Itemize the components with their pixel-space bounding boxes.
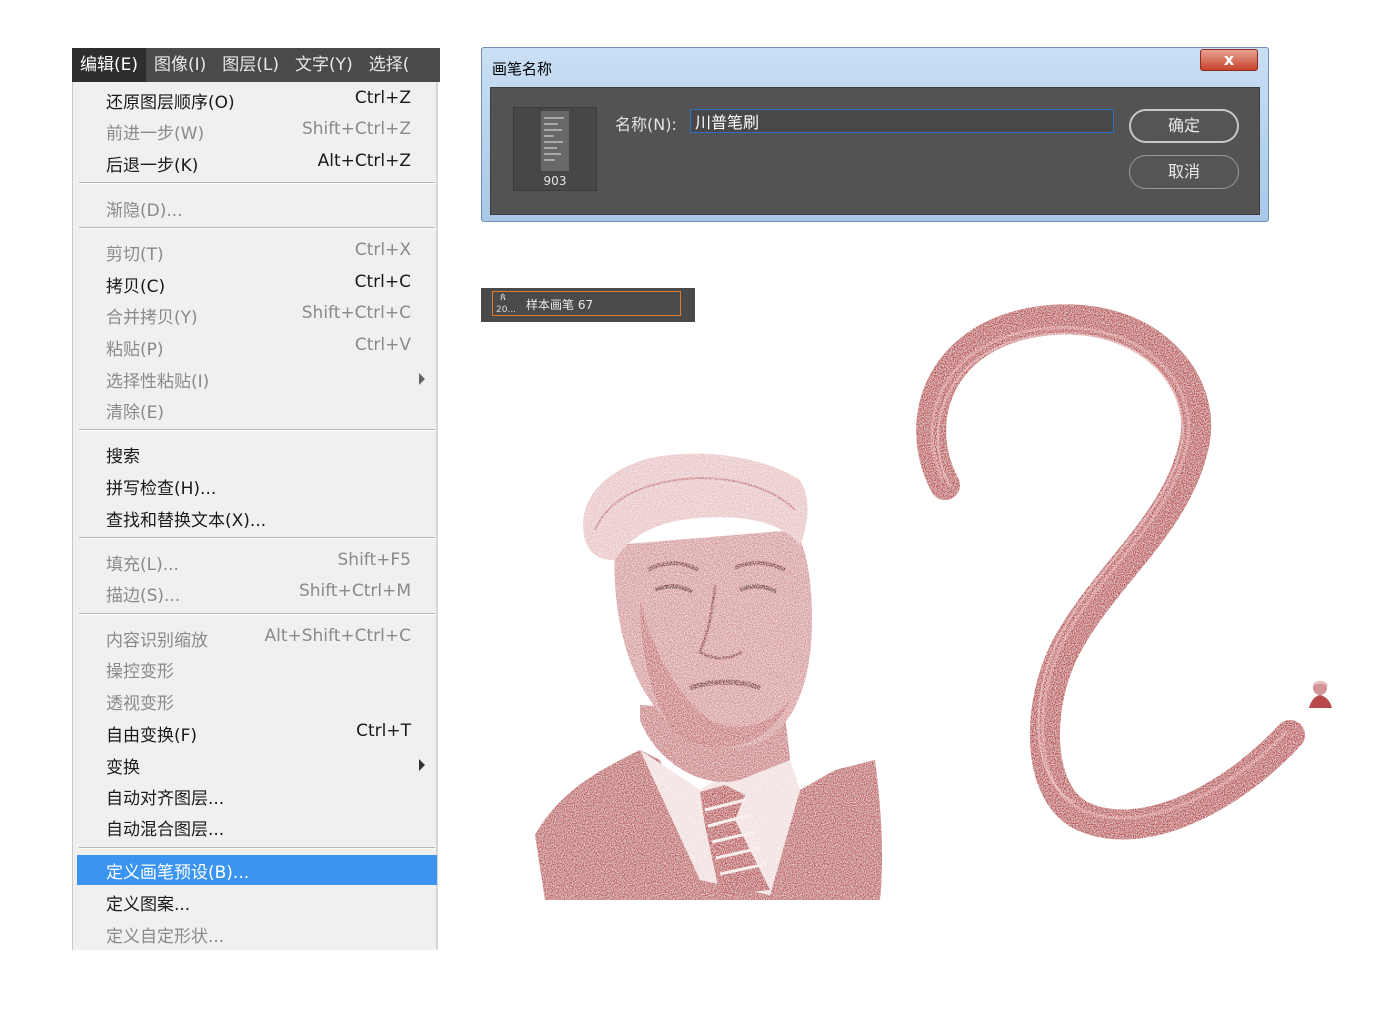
- brush-stroke: [916, 304, 1305, 840]
- portrait-brush-stamp: [535, 453, 883, 900]
- canvas-artwork: [535, 304, 1334, 900]
- brush-cursor-preview: [1307, 677, 1334, 710]
